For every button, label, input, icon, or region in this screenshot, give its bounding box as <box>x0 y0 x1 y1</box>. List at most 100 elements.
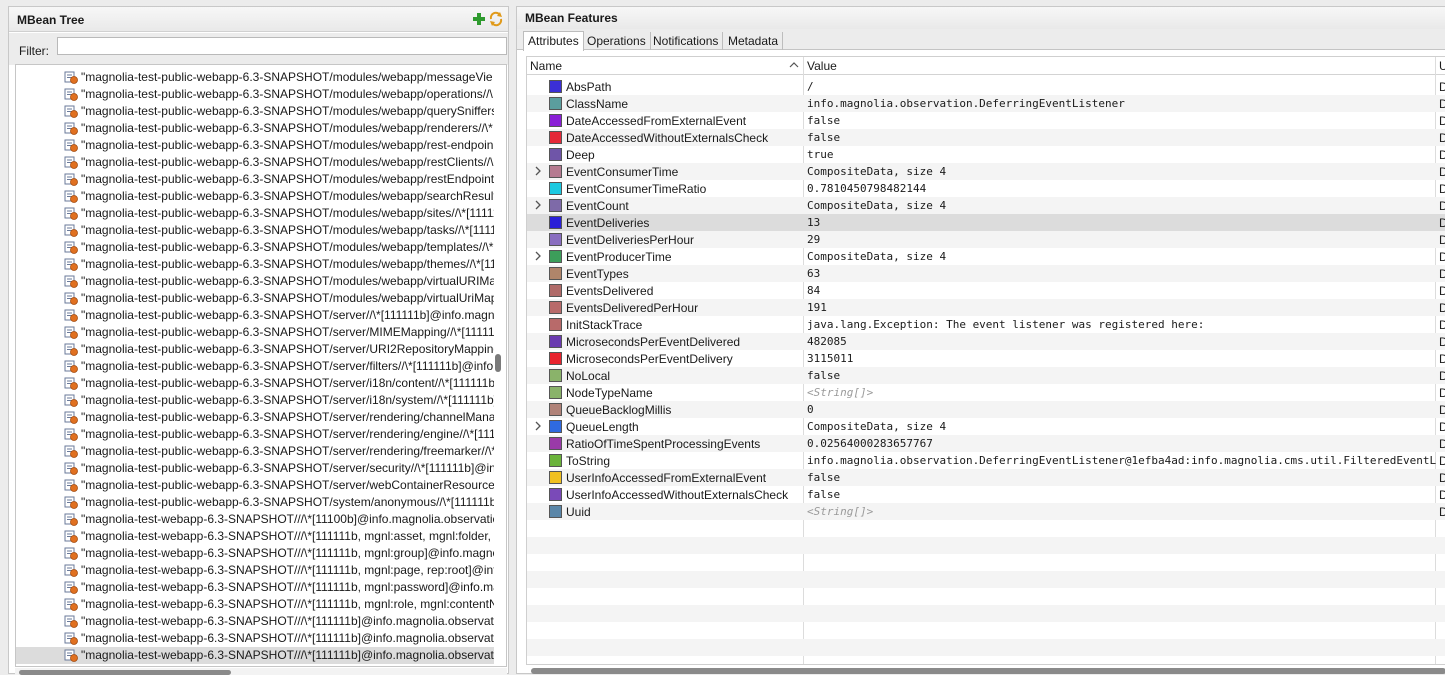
tab-notifications[interactable]: Notifications <box>649 32 724 50</box>
tree-item[interactable]: "magnolia-test-webapp-6.3-SNAPSHOT///\*[… <box>16 562 494 579</box>
refresh-icon[interactable] <box>488 11 504 27</box>
tree-item[interactable]: "magnolia-test-webapp-6.3-SNAPSHOT///\*[… <box>16 613 494 630</box>
attribute-value[interactable]: <String[]> <box>807 386 873 399</box>
tree-item[interactable]: "magnolia-test-public-webapp-6.3-SNAPSHO… <box>16 375 494 392</box>
attribute-value[interactable]: CompositeData, size 4 <box>807 420 946 433</box>
tree-item[interactable]: "magnolia-test-public-webapp-6.3-SNAPSHO… <box>16 120 494 137</box>
tree-item[interactable]: "magnolia-test-public-webapp-6.3-SNAPSHO… <box>16 69 494 86</box>
add-icon[interactable] <box>472 12 486 26</box>
tree-item[interactable]: "magnolia-test-public-webapp-6.3-SNAPSHO… <box>16 103 494 120</box>
tree-item[interactable]: "magnolia-test-public-webapp-6.3-SNAPSHO… <box>16 426 494 443</box>
tree-item[interactable]: "magnolia-test-public-webapp-6.3-SNAPSHO… <box>16 358 494 375</box>
attribute-value[interactable]: info.magnolia.observation.DeferringEvent… <box>807 454 1436 467</box>
tree-item[interactable]: "magnolia-test-public-webapp-6.3-SNAPSHO… <box>16 239 494 256</box>
attribute-row[interactable]: DateAccessedWithoutExternalsCheck false D <box>527 129 1445 146</box>
attribute-value[interactable]: 29 <box>807 233 820 246</box>
attribute-value[interactable]: false <box>807 114 840 127</box>
attribute-value[interactable]: CompositeData, size 4 <box>807 199 946 212</box>
attribute-row[interactable]: Deep true D <box>527 146 1445 163</box>
tree-item[interactable]: "magnolia-test-webapp-6.3-SNAPSHOT///\*[… <box>16 545 494 562</box>
tree-item[interactable]: "magnolia-test-webapp-6.3-SNAPSHOT///\*[… <box>16 511 494 528</box>
tree-item[interactable]: "magnolia-test-public-webapp-6.3-SNAPSHO… <box>16 273 494 290</box>
tree-item[interactable]: "magnolia-test-webapp-6.3-SNAPSHOT///\*[… <box>16 630 494 647</box>
attribute-row[interactable]: RatioOfTimeSpentProcessingEvents 0.025640… <box>527 435 1445 452</box>
attribute-value[interactable]: 191 <box>807 301 827 314</box>
column-header-u[interactable]: U <box>1439 59 1445 73</box>
tab-operations[interactable]: Operations <box>583 32 651 50</box>
tree-item[interactable]: "magnolia-test-public-webapp-6.3-SNAPSHO… <box>16 171 494 188</box>
tree-item[interactable]: "magnolia-test-public-webapp-6.3-SNAPSHO… <box>16 494 494 511</box>
attribute-value[interactable]: <String[]> <box>807 505 873 518</box>
attribute-row[interactable]: EventProducerTime CompositeData, size 4 D <box>527 248 1445 265</box>
tree-item[interactable]: "magnolia-test-public-webapp-6.3-SNAPSHO… <box>16 307 494 324</box>
tree-item[interactable]: "magnolia-test-public-webapp-6.3-SNAPSHO… <box>16 290 494 307</box>
tree-item[interactable]: "magnolia-test-public-webapp-6.3-SNAPSHO… <box>16 154 494 171</box>
tab-metadata[interactable]: Metadata <box>724 32 784 50</box>
attribute-row[interactable]: NoLocal false D <box>527 367 1445 384</box>
attribute-value[interactable]: 0.02564000283657767 <box>807 437 933 450</box>
tree-item[interactable]: "magnolia-test-public-webapp-6.3-SNAPSHO… <box>16 324 494 341</box>
attribute-value[interactable]: 3115011 <box>807 352 853 365</box>
attribute-row[interactable]: MicrosecondsPerEventDelivered 482085 D <box>527 333 1445 350</box>
attribute-row[interactable]: EventsDelivered 84 D <box>527 282 1445 299</box>
attribute-row[interactable]: EventConsumerTime CompositeData, size 4 D <box>527 163 1445 180</box>
attribute-row[interactable]: ClassName info.magnolia.observation.Defer… <box>527 95 1445 112</box>
tree-item[interactable]: "magnolia-test-public-webapp-6.3-SNAPSHO… <box>16 256 494 273</box>
attribute-row[interactable]: MicrosecondsPerEventDelivery 3115011 D <box>527 350 1445 367</box>
tree-item[interactable]: "magnolia-test-public-webapp-6.3-SNAPSHO… <box>16 409 494 426</box>
column-header-name[interactable]: Name <box>530 59 562 73</box>
attribute-value[interactable]: 63 <box>807 267 820 280</box>
attribute-value[interactable]: 482085 <box>807 335 847 348</box>
attribute-value[interactable]: false <box>807 131 840 144</box>
tree-item[interactable]: "magnolia-test-public-webapp-6.3-SNAPSHO… <box>16 188 494 205</box>
attribute-value[interactable]: false <box>807 488 840 501</box>
tree-item[interactable]: "magnolia-test-public-webapp-6.3-SNAPSHO… <box>16 137 494 154</box>
attribute-value[interactable]: CompositeData, size 4 <box>807 165 946 178</box>
attribute-row[interactable]: QueueBacklogMillis 0 D <box>527 401 1445 418</box>
attribute-row[interactable]: EventsDeliveredPerHour 191 D <box>527 299 1445 316</box>
attribute-value[interactable]: info.magnolia.observation.DeferringEvent… <box>807 97 1125 110</box>
attribute-row[interactable]: EventCount CompositeData, size 4 D <box>527 197 1445 214</box>
tree-item[interactable]: "magnolia-test-public-webapp-6.3-SNAPSHO… <box>16 477 494 494</box>
attribute-row[interactable]: UserInfoAccessedFromExternalEvent false D <box>527 469 1445 486</box>
attribute-row[interactable]: UserInfoAccessedWithoutExternalsCheck fal… <box>527 486 1445 503</box>
tree-item[interactable]: "magnolia-test-public-webapp-6.3-SNAPSHO… <box>16 460 494 477</box>
attribute-value[interactable]: / <box>807 80 814 93</box>
tree-item[interactable]: "magnolia-test-webapp-6.3-SNAPSHOT///\*[… <box>16 596 494 613</box>
tree-item[interactable]: "magnolia-test-webapp-6.3-SNAPSHOT///\*[… <box>16 579 494 596</box>
tree-item[interactable]: "magnolia-test-webapp-6.3-SNAPSHOT///\*[… <box>16 647 494 664</box>
attribute-value[interactable]: 84 <box>807 284 820 297</box>
attribute-row[interactable]: InitStackTrace java.lang.Exception: The e… <box>527 316 1445 333</box>
attribute-row[interactable]: DateAccessedFromExternalEvent false D <box>527 112 1445 129</box>
chevron-right-icon[interactable] <box>533 165 543 177</box>
attribute-row[interactable]: EventConsumerTimeRatio 0.7810450798482144… <box>527 180 1445 197</box>
tree-horizontal-scrollbar[interactable] <box>19 670 231 675</box>
tree-vertical-scrollbar[interactable] <box>495 354 501 372</box>
attribute-value[interactable]: 0 <box>807 403 814 416</box>
attribute-row[interactable]: EventDeliveries 13 D <box>527 214 1445 231</box>
tree-item[interactable]: "magnolia-test-public-webapp-6.3-SNAPSHO… <box>16 443 494 460</box>
filter-input[interactable] <box>57 37 507 55</box>
tree-item[interactable]: "magnolia-test-public-webapp-6.3-SNAPSHO… <box>16 392 494 409</box>
attribute-value[interactable]: 0.7810450798482144 <box>807 182 926 195</box>
column-header-value[interactable]: Value <box>807 59 837 73</box>
mbean-tree[interactable]: "magnolia-test-public-webapp-6.3-SNAPSHO… <box>15 64 507 667</box>
tree-item[interactable]: "magnolia-test-public-webapp-6.3-SNAPSHO… <box>16 86 494 103</box>
chevron-right-icon[interactable] <box>533 250 543 262</box>
tree-item[interactable]: "magnolia-test-webapp-6.3-SNAPSHOT///\*[… <box>16 528 494 545</box>
tab-attributes[interactable]: Attributes <box>523 31 584 51</box>
attribute-row[interactable]: AbsPath / D <box>527 78 1445 95</box>
attribute-row[interactable]: ToString info.magnolia.observation.Deferr… <box>527 452 1445 469</box>
attribute-value[interactable]: false <box>807 471 840 484</box>
chevron-right-icon[interactable] <box>533 199 543 211</box>
tree-item[interactable]: "magnolia-test-public-webapp-6.3-SNAPSHO… <box>16 341 494 358</box>
attribute-row[interactable]: Uuid <String[]> D <box>527 503 1445 520</box>
attribute-row[interactable]: QueueLength CompositeData, size 4 D <box>527 418 1445 435</box>
attribute-row[interactable]: NodeTypeName <String[]> D <box>527 384 1445 401</box>
tree-item[interactable]: "magnolia-test-public-webapp-6.3-SNAPSHO… <box>16 222 494 239</box>
attribute-value[interactable]: false <box>807 369 840 382</box>
chevron-right-icon[interactable] <box>533 420 543 432</box>
tree-item[interactable]: "magnolia-test-webapp-6.3-SNAPSHOT///\*[… <box>16 664 494 666</box>
attribute-value[interactable]: true <box>807 148 834 161</box>
attribute-row[interactable]: EventDeliveriesPerHour 29 D <box>527 231 1445 248</box>
